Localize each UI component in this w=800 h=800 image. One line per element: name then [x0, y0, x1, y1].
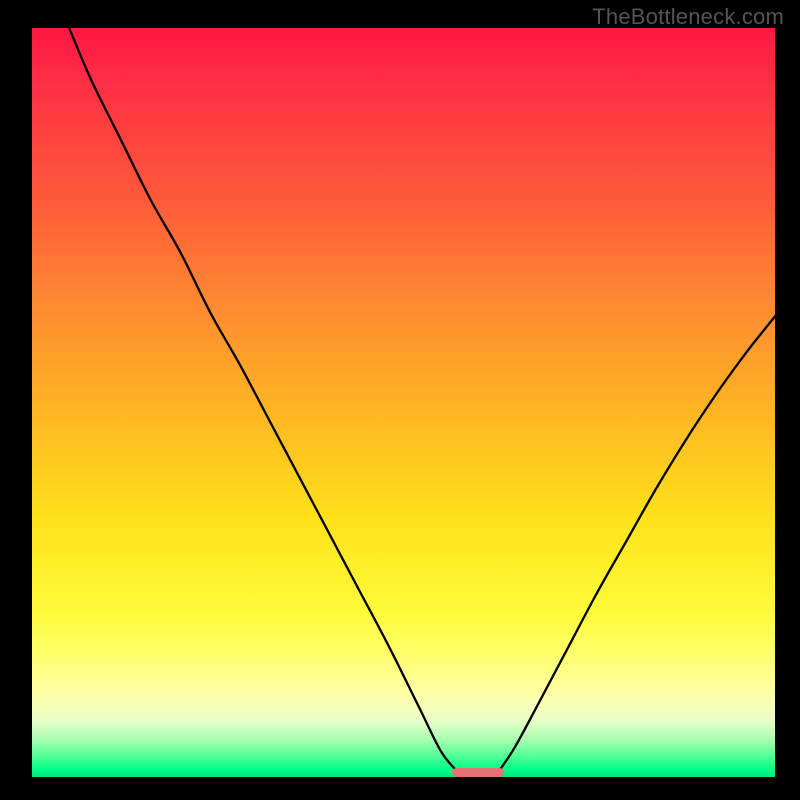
chart-frame: [32, 28, 775, 777]
optimal-range-marker: [452, 768, 504, 777]
curve-right-branch: [500, 316, 775, 769]
curve-left-branch: [69, 28, 455, 770]
bottleneck-curve: [32, 28, 775, 777]
plot-area: [32, 28, 775, 777]
watermark-text: TheBottleneck.com: [592, 4, 784, 30]
